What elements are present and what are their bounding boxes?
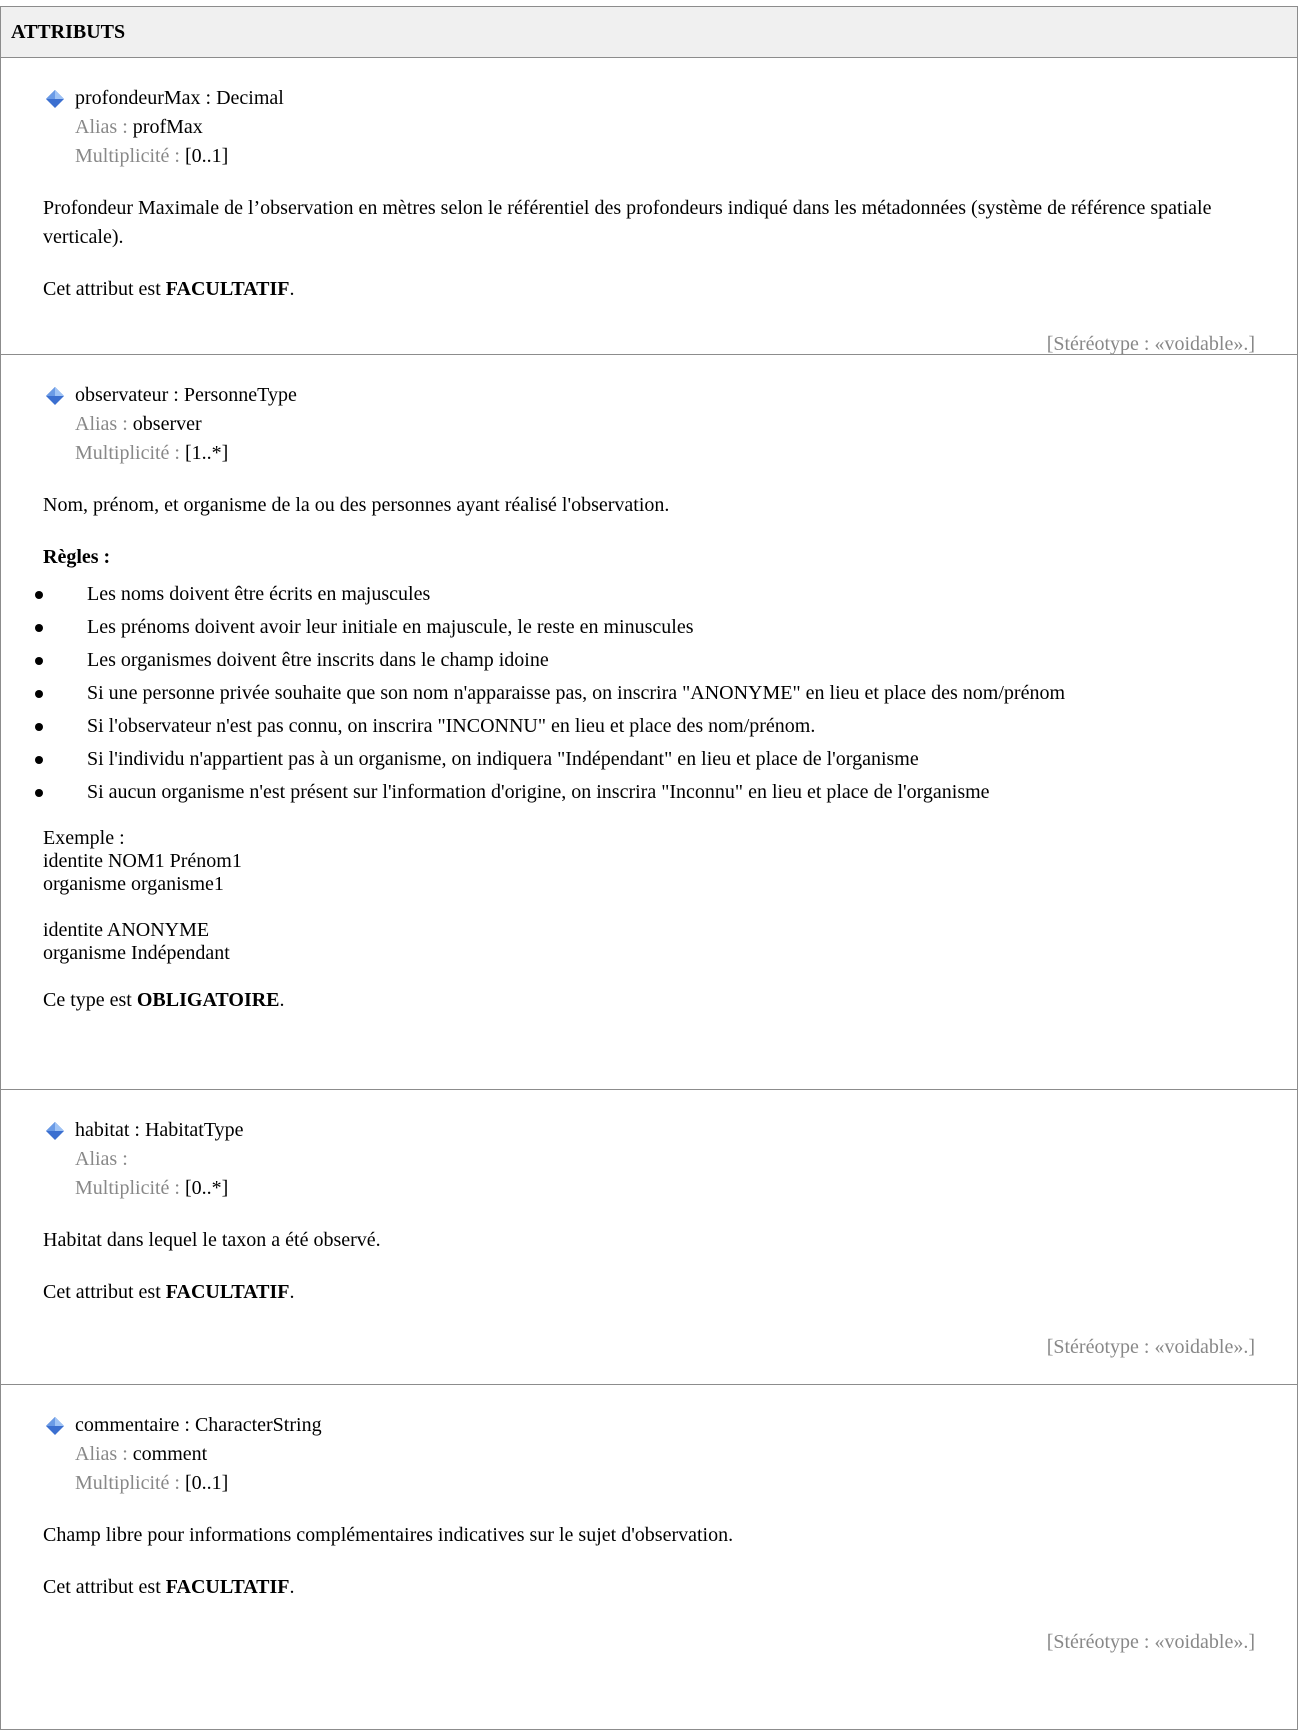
- multiplicity-label: Multiplicité :: [75, 442, 180, 464]
- rule-item: Les organismes doivent être inscrits dan…: [35, 644, 1297, 677]
- attribute-block-observateur: observateur : PersonneType Alias : obser…: [1, 355, 1297, 1090]
- requirement-value: OBLIGATOIRE: [136, 989, 280, 1011]
- multiplicity-label: Multiplicité :: [75, 1177, 180, 1199]
- stereotype-note: [Stéréotype : «voidable».]: [1046, 1631, 1255, 1653]
- stereotype-note: [Stéréotype : «voidable».]: [1046, 1336, 1255, 1358]
- multiplicity-label: Multiplicité :: [75, 1472, 180, 1494]
- attribute-diamond-icon: [46, 387, 64, 405]
- rules-title: Règles :: [43, 546, 111, 568]
- requirement-line: Cet attribut est FACULTATIF.: [43, 278, 295, 300]
- attribute-signature: habitat : HabitatType: [75, 1119, 244, 1141]
- rules-list: Les noms doivent être écrits en majuscul…: [35, 578, 1297, 809]
- example-line: organisme Indépendant: [43, 942, 230, 964]
- attribute-block-profondeurmax: profondeurMax : Decimal Alias : profMax …: [1, 58, 1297, 355]
- attribute-diamond-icon: [46, 1417, 64, 1435]
- attribute-signature: observateur : PersonneType: [75, 384, 297, 406]
- rule-item: Les noms doivent être écrits en majuscul…: [35, 578, 1297, 611]
- rule-item: Si une personne privée souhaite que son …: [35, 677, 1297, 710]
- rule-item: Les prénoms doivent avoir leur initiale …: [35, 611, 1297, 644]
- attribute-diamond-icon: [46, 1122, 64, 1140]
- requirement-line: Cet attribut est FACULTATIF.: [43, 1281, 295, 1303]
- multiplicity-value: [0..1]: [185, 145, 229, 167]
- multiplicity-value: [1..*]: [185, 442, 229, 464]
- multiplicity-label: Multiplicité :: [75, 145, 180, 167]
- stereotype-note: [Stéréotype : «voidable».]: [1046, 333, 1255, 355]
- multiplicity-value: [0..1]: [185, 1472, 229, 1494]
- attribute-signature: commentaire : CharacterString: [75, 1414, 322, 1436]
- attribute-signature: profondeurMax : Decimal: [75, 87, 284, 109]
- alias-value: profMax: [132, 116, 203, 138]
- example-line: identite ANONYME: [43, 919, 210, 941]
- requirement-line: Cet attribut est FACULTATIF.: [43, 1576, 295, 1598]
- attribute-block-habitat: habitat : HabitatType Alias : Multiplici…: [1, 1090, 1297, 1385]
- attribute-description: Champ libre pour informations complément…: [43, 1524, 734, 1546]
- rule-item: Si aucun organisme n'est présent sur l'i…: [35, 776, 1297, 809]
- attribute-block-commentaire: commentaire : CharacterString Alias : co…: [1, 1385, 1297, 1685]
- requirement-value: FACULTATIF: [165, 1281, 290, 1303]
- example-line: identite NOM1 Prénom1: [43, 850, 242, 872]
- alias-label: Alias :: [75, 116, 128, 138]
- alias-value: comment: [132, 1443, 208, 1465]
- alias-label: Alias :: [75, 413, 128, 435]
- attributes-panel: ATTRIBUTS profondeurMax : Decimal Alias …: [0, 6, 1298, 1730]
- rule-item: Si l'observateur n'est pas connu, on ins…: [35, 710, 1297, 743]
- example-line: organisme organisme1: [43, 873, 224, 895]
- example-title: Exemple :: [43, 827, 125, 849]
- multiplicity-value: [0..*]: [185, 1177, 229, 1199]
- requirement-line: Ce type est OBLIGATOIRE.: [43, 989, 285, 1011]
- requirement-value: FACULTATIF: [165, 1576, 290, 1598]
- attribute-description: Nom, prénom, et organisme de la ou des p…: [43, 494, 670, 516]
- alias-label: Alias :: [75, 1148, 128, 1170]
- rule-item: Si l'individu n'appartient pas à un orga…: [35, 743, 1297, 776]
- example-block: Exemple : identite NOM1 Prénom1 organism…: [43, 827, 1297, 965]
- alias-value: observer: [132, 413, 202, 435]
- attribute-description: Habitat dans lequel le taxon a été obser…: [43, 1229, 381, 1251]
- alias-label: Alias :: [75, 1443, 128, 1465]
- requirement-value: FACULTATIF: [165, 278, 290, 300]
- attribute-description: Profondeur Maximale de l’observation en …: [43, 197, 1212, 248]
- section-header: ATTRIBUTS: [1, 7, 1297, 58]
- attribute-diamond-icon: [46, 90, 64, 108]
